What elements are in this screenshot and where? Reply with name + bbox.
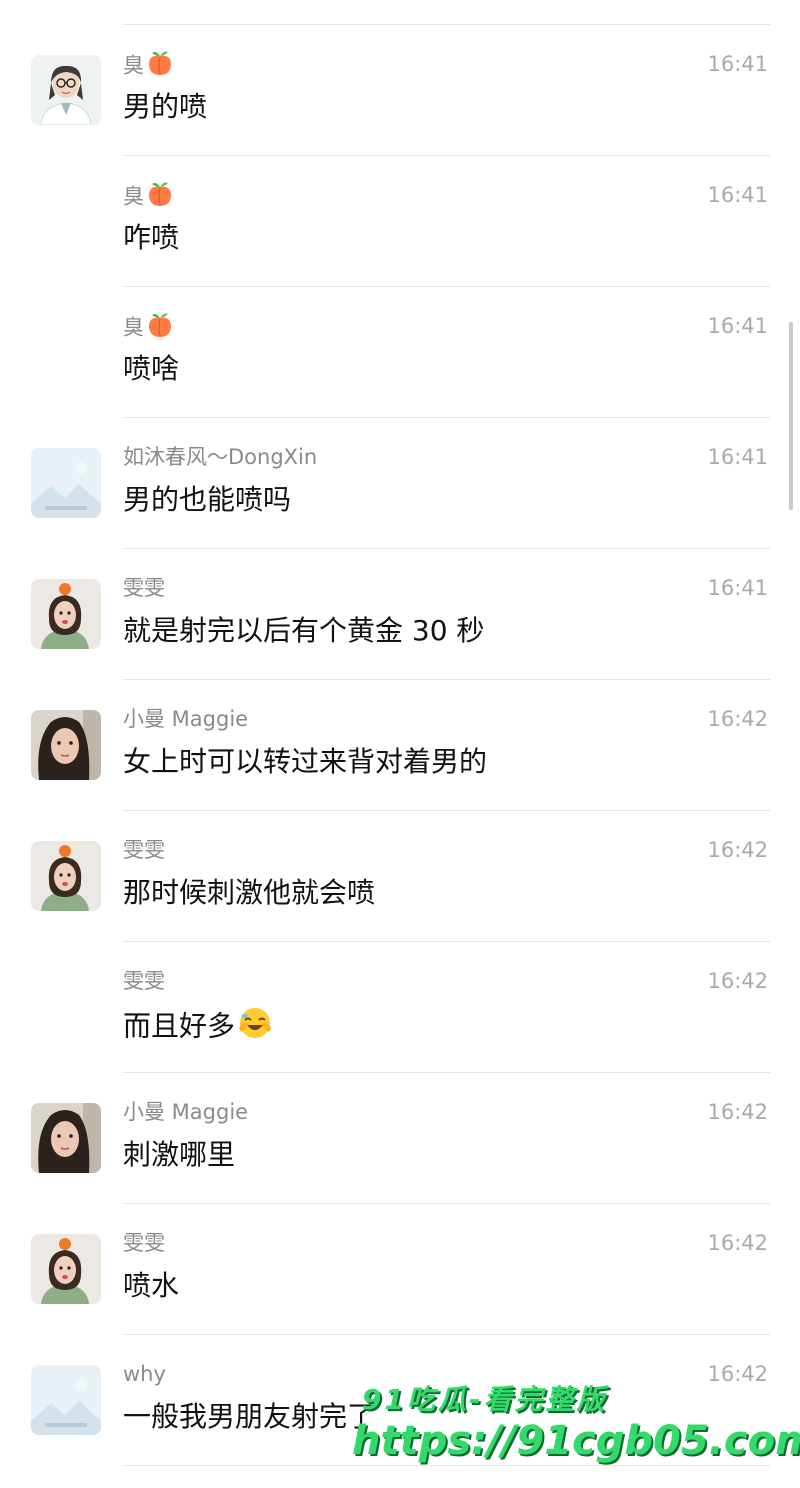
sender-name: 雯雯 — [123, 838, 165, 862]
sender-name: 小曼 Maggie — [123, 707, 249, 731]
laughing-face-icon — [237, 1004, 273, 1051]
avatar-woman[interactable] — [31, 710, 101, 780]
message-time: 16:41 — [707, 576, 768, 600]
avatar-placeholder[interactable] — [31, 1365, 101, 1435]
message-time: 16:41 — [707, 183, 768, 207]
chat-message[interactable]: 雯雯 16:42 喷水 — [0, 1204, 800, 1335]
sender-name: 臭 — [123, 181, 174, 214]
message-text[interactable]: 一般我男朋友射完了 — [123, 1397, 375, 1437]
watermark-url: https://91cgb05.com — [352, 1418, 800, 1464]
chat-message[interactable]: 雯雯 16:42 那时候刺激他就会喷 — [0, 811, 800, 942]
message-time: 16:42 — [707, 1100, 768, 1124]
image-placeholder-icon — [31, 448, 101, 518]
chat-message[interactable]: 臭 16:41 男的喷 — [0, 25, 800, 156]
message-text[interactable]: 喷水 — [123, 1266, 179, 1306]
avatar-placeholder[interactable] — [31, 448, 101, 518]
sender-name: 臭 — [123, 50, 174, 83]
message-text[interactable]: 刺激哪里 — [123, 1135, 235, 1175]
message-text[interactable]: 男的喷 — [123, 87, 207, 127]
watermark: 91吃瓜-看完整版 https://91cgb05.com — [352, 1378, 800, 1478]
sender-name: 雯雯 — [123, 576, 165, 600]
message-text[interactable]: 咋喷 — [123, 218, 179, 258]
girl-avatar-icon — [31, 579, 101, 649]
girl-avatar-icon — [31, 1234, 101, 1304]
avatar-woman[interactable] — [31, 1103, 101, 1173]
message-time: 16:42 — [707, 1231, 768, 1255]
peach-icon — [146, 181, 174, 214]
peach-icon — [146, 312, 174, 345]
message-time: 16:42 — [707, 969, 768, 993]
chat-message[interactable]: 臭 16:41 喷啥 — [0, 287, 800, 418]
girl-avatar-icon — [31, 841, 101, 911]
chat-message[interactable]: 雯雯 16:42 而且好多 — [0, 942, 800, 1073]
message-time: 16:41 — [707, 52, 768, 76]
avatar-doctor[interactable] — [31, 55, 101, 125]
avatar-girl[interactable] — [31, 579, 101, 649]
peach-icon — [146, 50, 174, 83]
message-time: 16:42 — [707, 838, 768, 862]
chat-message[interactable]: 雯雯 16:41 就是射完以后有个黄金 30 秒 — [0, 549, 800, 680]
message-time: 16:42 — [707, 707, 768, 731]
avatar-girl[interactable] — [31, 1234, 101, 1304]
message-time: 16:41 — [707, 445, 768, 469]
sender-name: 臭 — [123, 312, 174, 345]
scrollbar[interactable] — [789, 322, 793, 510]
message-text[interactable]: 喷啥 — [123, 349, 179, 389]
message-text[interactable]: 而且好多 — [123, 1004, 273, 1051]
woman-avatar-icon — [31, 710, 101, 780]
message-time: 16:41 — [707, 314, 768, 338]
watermark-title: 91吃瓜-看完整版 — [362, 1383, 608, 1416]
image-placeholder-icon — [31, 1365, 101, 1435]
message-text[interactable]: 那时候刺激他就会喷 — [123, 873, 375, 913]
sender-name: 雯雯 — [123, 969, 165, 993]
sender-name: 如沐春风～DongXin — [123, 445, 318, 469]
sender-name: 雯雯 — [123, 1231, 165, 1255]
message-text[interactable]: 男的也能喷吗 — [123, 480, 291, 520]
sender-name: 小曼 Maggie — [123, 1100, 249, 1124]
woman-avatar-icon — [31, 1103, 101, 1173]
chat-message[interactable]: 小曼 Maggie 16:42 刺激哪里 — [0, 1073, 800, 1204]
avatar-girl[interactable] — [31, 841, 101, 911]
message-text[interactable]: 就是射完以后有个黄金 30 秒 — [123, 611, 484, 651]
message-text[interactable]: 女上时可以转过来背对着男的 — [123, 742, 487, 782]
chat-message[interactable]: 臭 16:41 咋喷 — [0, 156, 800, 287]
sender-name: why — [123, 1362, 166, 1386]
doctor-avatar-icon — [31, 55, 101, 125]
chat-message[interactable]: 小曼 Maggie 16:42 女上时可以转过来背对着男的 — [0, 680, 800, 811]
chat-message[interactable]: 如沐春风～DongXin 16:41 男的也能喷吗 — [0, 418, 800, 549]
